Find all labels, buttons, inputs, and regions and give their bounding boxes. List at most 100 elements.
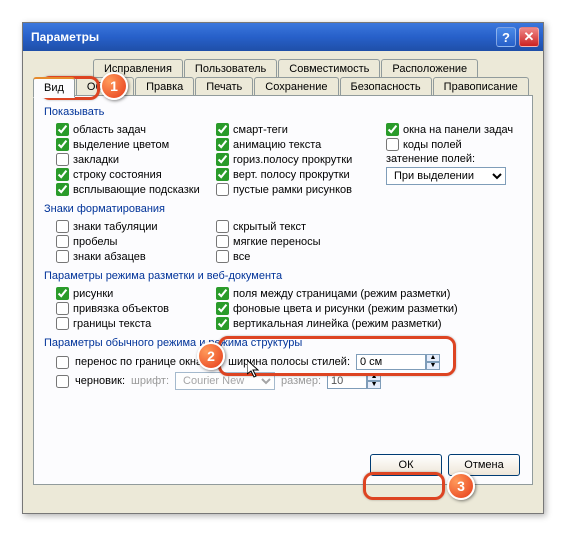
checkbox-label[interactable]: пробелы [73, 236, 117, 248]
checkbox-label[interactable]: рисунки [73, 288, 113, 300]
checkbox-label[interactable]: всплывающие подсказки [73, 184, 200, 196]
checkbox[interactable] [216, 153, 229, 166]
spin-down[interactable]: ▼ [426, 362, 440, 370]
group-label: Параметры режима разметки и веб-документ… [44, 270, 522, 282]
checkbox-label[interactable]: все [233, 251, 250, 263]
dialog-content: Исправления Пользователь Совместимость Р… [23, 51, 543, 493]
checkbox[interactable] [56, 123, 69, 136]
checkbox[interactable] [56, 138, 69, 151]
checkbox-row: гориз.полосу прокрутки [216, 152, 374, 167]
checkbox[interactable] [216, 287, 229, 300]
checkbox-label: черновик: [75, 375, 125, 387]
checkbox[interactable] [56, 302, 69, 315]
checkbox[interactable] [56, 317, 69, 330]
tab-general[interactable]: Общие [76, 77, 134, 96]
checkbox[interactable] [56, 250, 69, 263]
checkbox-row: всплывающие подсказки [56, 182, 204, 197]
checkbox-label[interactable]: закладки [73, 154, 119, 166]
checkbox-label[interactable]: анимацию текста [233, 139, 321, 151]
checkbox-row: скрытый текст [216, 219, 374, 234]
group-show: Показывать область задачвыделение цветом… [44, 106, 522, 197]
checkbox-label[interactable]: гориз.полосу прокрутки [233, 154, 352, 166]
size-input [327, 373, 367, 389]
checkbox[interactable] [56, 153, 69, 166]
checkbox[interactable] [56, 168, 69, 181]
group-fmt: Знаки форматирования знаки табуляции проб… [44, 203, 522, 264]
style-width-label: ширина полосы стилей: [228, 356, 350, 368]
checkbox[interactable] [56, 220, 69, 233]
checkbox[interactable] [216, 235, 229, 248]
checkbox[interactable] [216, 317, 229, 330]
titlebar: Параметры ? ✕ [23, 23, 543, 51]
checkbox-label[interactable]: верт. полосу прокрутки [233, 169, 350, 181]
checkbox[interactable] [216, 302, 229, 315]
checkbox-label[interactable]: пустые рамки рисунков [233, 184, 352, 196]
checkbox-row: пустые рамки рисунков [216, 182, 374, 197]
checkbox-label[interactable]: коды полей [403, 139, 462, 151]
tab-spelling[interactable]: Правописание [433, 77, 529, 96]
checkbox-label[interactable]: вертикальная линейка (режим разметки) [233, 318, 442, 330]
checkbox-row: коды полей [386, 137, 522, 152]
tab-row-2: Вид Общие Правка Печать Сохранение Безоп… [33, 77, 533, 96]
checkbox-label[interactable]: скрытый текст [233, 221, 306, 233]
style-width-input[interactable] [356, 354, 426, 370]
spin-up[interactable]: ▲ [426, 354, 440, 362]
checkbox[interactable] [56, 183, 69, 196]
checkbox-label[interactable]: фоновые цвета и рисунки (режим разметки) [233, 303, 458, 315]
checkbox[interactable] [386, 138, 399, 151]
group-layout: Параметры режима разметки и веб-документ… [44, 270, 522, 331]
window-title: Параметры [31, 30, 496, 44]
tab-save[interactable]: Сохранение [254, 77, 338, 96]
size-label: размер: [281, 375, 321, 387]
tab-user[interactable]: Пользователь [184, 59, 277, 78]
checkbox[interactable] [216, 183, 229, 196]
checkbox[interactable] [216, 220, 229, 233]
tab-corrections[interactable]: Исправления [93, 59, 183, 78]
tab-security[interactable]: Безопасность [340, 77, 432, 96]
checkbox-row: поля между страницами (режим разметки) [216, 286, 522, 301]
checkbox-label[interactable]: область задач [73, 124, 146, 136]
checkbox-label[interactable]: мягкие переносы [233, 236, 321, 248]
checkbox-label[interactable]: строку состояния [73, 169, 162, 181]
checkbox-row: анимацию текста [216, 137, 374, 152]
field-shading-label: затенение полей: [386, 153, 475, 165]
checkbox-label[interactable]: смарт-теги [233, 124, 288, 136]
cancel-button[interactable]: Отмена [448, 454, 520, 476]
tab-row-1: Исправления Пользователь Совместимость Р… [93, 59, 533, 78]
checkbox[interactable] [56, 235, 69, 248]
checkbox-row: знаки табуляции [56, 219, 204, 234]
checkbox-row: привязка объектов [56, 301, 204, 316]
checkbox-label[interactable]: знаки абзацев [73, 251, 146, 263]
tab-edit[interactable]: Правка [135, 77, 194, 96]
checkbox-row: пробелы [56, 234, 204, 249]
field-shading-select[interactable]: При выделении [386, 167, 506, 185]
checkbox-label[interactable]: привязка объектов [73, 303, 169, 315]
group-label: Знаки форматирования [44, 203, 522, 215]
checkbox-row: смарт-теги [216, 122, 374, 137]
help-button[interactable]: ? [496, 27, 516, 47]
checkbox[interactable] [216, 250, 229, 263]
checkbox-row: окна на панели задач [386, 122, 522, 137]
checkbox-row: вертикальная линейка (режим разметки) [216, 316, 522, 331]
checkbox-label[interactable]: знаки табуляции [73, 221, 158, 233]
tab-panel: Показывать область задачвыделение цветом… [33, 95, 533, 485]
checkbox-wrap[interactable] [56, 356, 69, 369]
close-button[interactable]: ✕ [519, 27, 539, 47]
checkbox[interactable] [216, 138, 229, 151]
checkbox-row: все [216, 249, 374, 264]
tab-print[interactable]: Печать [195, 77, 253, 96]
tab-location[interactable]: Расположение [381, 59, 478, 78]
checkbox-label[interactable]: выделение цветом [73, 139, 169, 151]
checkbox-label[interactable]: границы текста [73, 318, 151, 330]
checkbox-label[interactable]: поля между страницами (режим разметки) [233, 288, 450, 300]
ok-button[interactable]: ОК [370, 454, 442, 476]
checkbox[interactable] [216, 123, 229, 136]
tab-compat[interactable]: Совместимость [278, 59, 380, 78]
tab-view[interactable]: Вид [33, 77, 75, 98]
style-width-spinner[interactable]: ▲▼ [356, 354, 440, 370]
checkbox[interactable] [386, 123, 399, 136]
checkbox[interactable] [216, 168, 229, 181]
checkbox[interactable] [56, 287, 69, 300]
checkbox-label[interactable]: окна на панели задач [403, 124, 513, 136]
checkbox-draft[interactable] [56, 375, 69, 388]
